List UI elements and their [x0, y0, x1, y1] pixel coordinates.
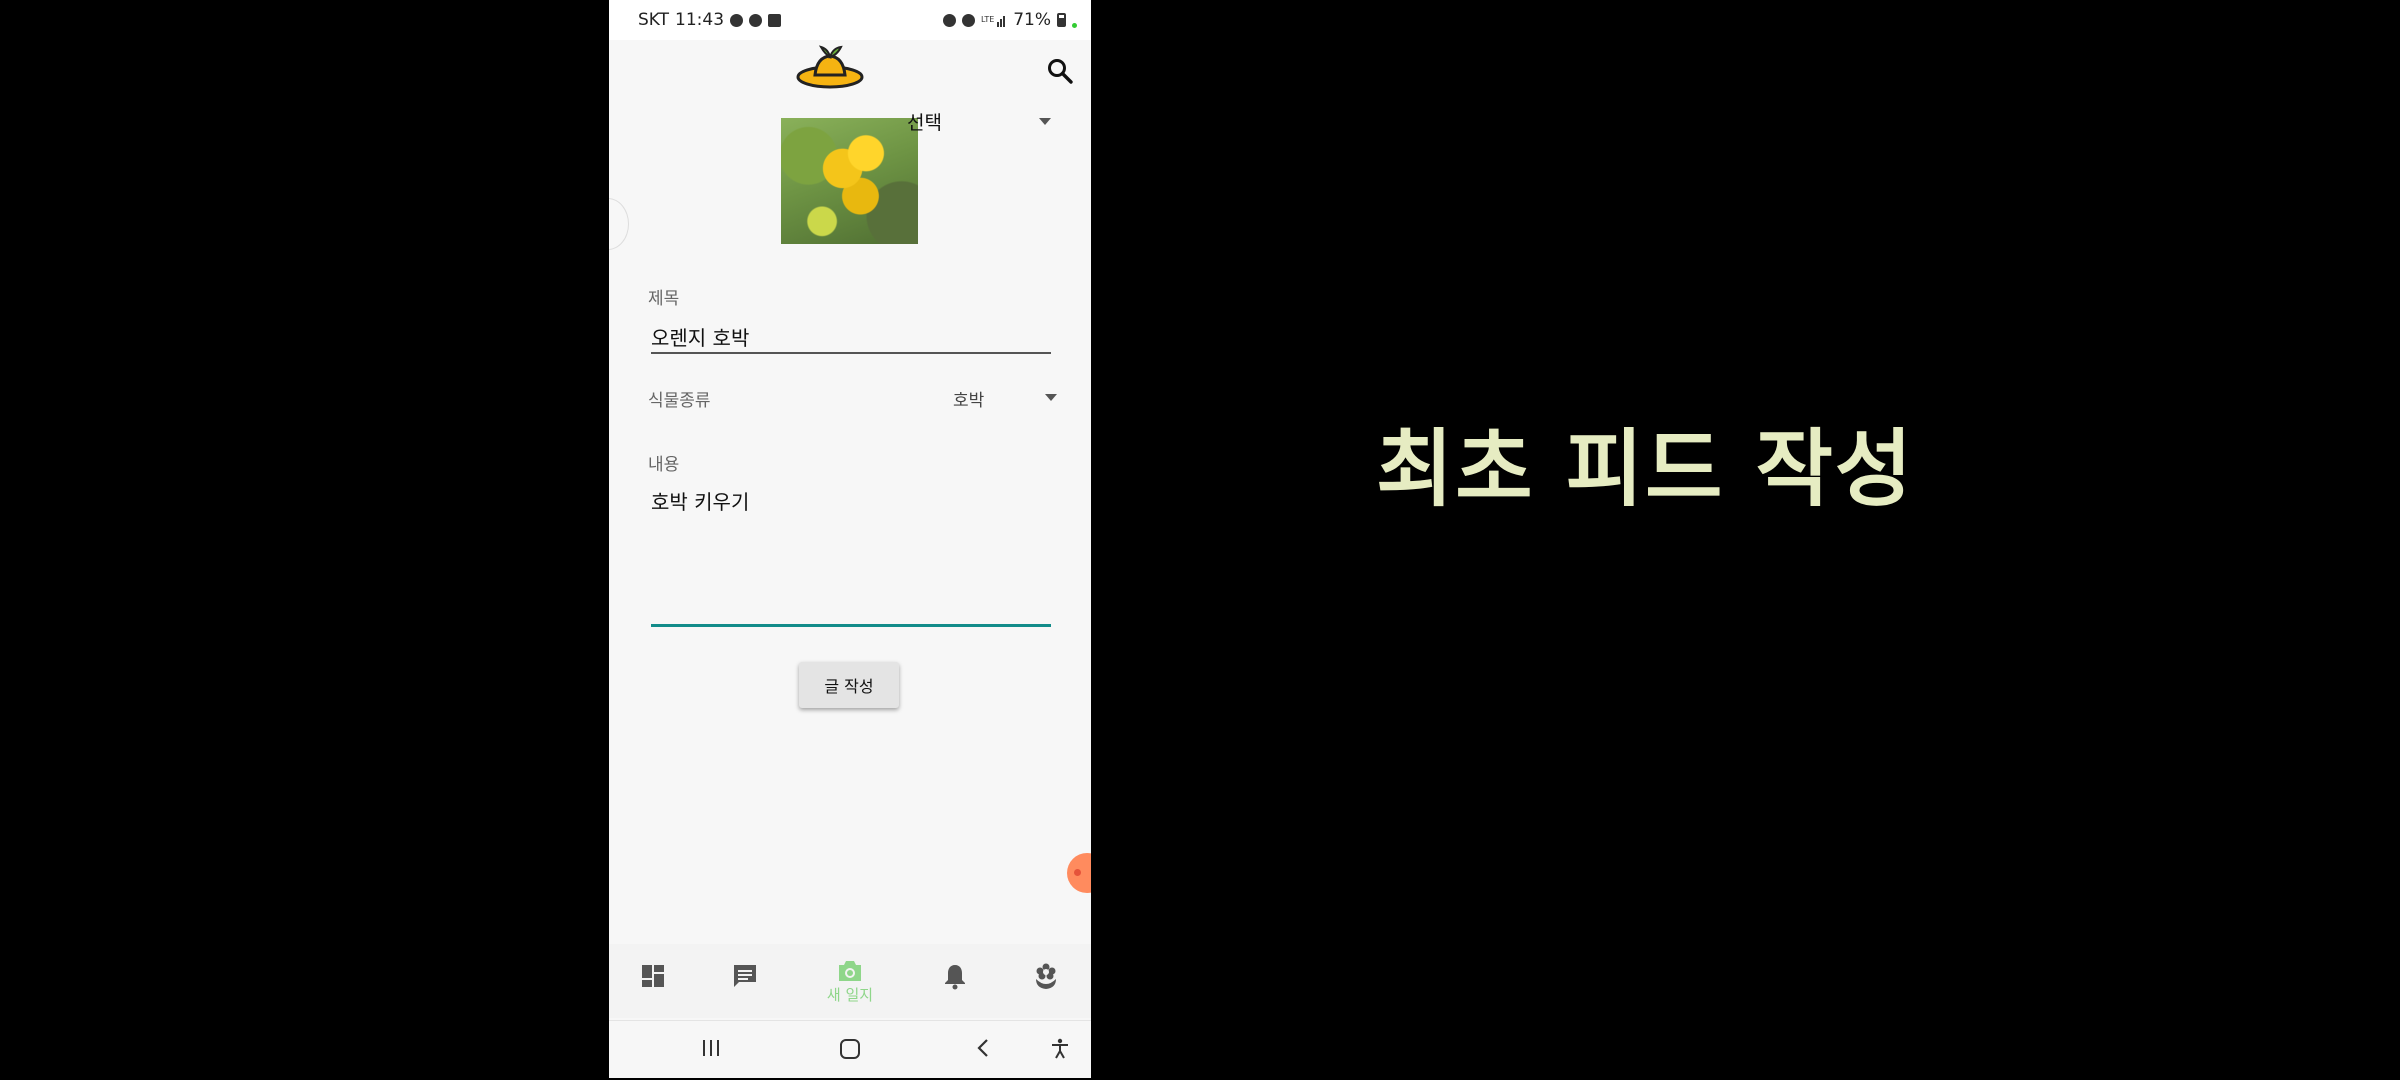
- photo-select-dropdown[interactable]: 선택: [907, 106, 1077, 136]
- content-input-value: 호박 키우기: [651, 490, 750, 514]
- title-field[interactable]: 오렌지 호박: [651, 318, 1051, 356]
- signal-icon: LTE: [981, 15, 1006, 27]
- content-underline: [651, 624, 1051, 627]
- camera-icon: [839, 961, 861, 981]
- status-bar: SKT 11:43 LTE 71%: [609, 0, 1091, 40]
- video-caption: 최초 피드 작성: [1376, 420, 1915, 518]
- title-input-value: 오렌지 호박: [651, 326, 750, 350]
- status-right: LTE 71%: [943, 10, 1077, 30]
- nav-dashboard[interactable]: [633, 962, 673, 994]
- battery-icon: [1057, 13, 1066, 27]
- status-left: SKT 11:43: [638, 10, 782, 30]
- floating-action-button[interactable]: [1067, 853, 1091, 893]
- alarm-icon: [943, 13, 957, 27]
- plant-type-dropdown[interactable]: 호박: [949, 382, 1059, 412]
- photo-select-value: 선택: [907, 112, 942, 134]
- search-icon[interactable]: [1045, 56, 1075, 86]
- nav-new-log-label: 새 일지: [826, 986, 874, 1004]
- plant-type-label: 식물종류: [648, 391, 711, 411]
- notification-a-icon: [730, 13, 744, 27]
- chevron-down-icon: [1045, 394, 1057, 401]
- plant-icon: [1036, 963, 1056, 989]
- recent-apps-icon[interactable]: [700, 1037, 722, 1059]
- orange-logo-icon: [796, 45, 864, 89]
- chevron-down-icon: [1039, 118, 1051, 125]
- phone-screen: SKT 11:43 LTE 71% 선택 제목 오렌지 호박 식물종류 호박 내…: [609, 0, 1091, 1078]
- notification-a-icon: [749, 13, 763, 27]
- side-handle[interactable]: [609, 198, 629, 250]
- content-textarea[interactable]: 호박 키우기: [651, 484, 1051, 630]
- title-underline: [651, 352, 1051, 354]
- battery-percent: 71%: [1013, 10, 1051, 30]
- chat-icon: [734, 965, 756, 987]
- accessibility-icon[interactable]: [1048, 1037, 1072, 1061]
- nav-plants[interactable]: [1026, 962, 1066, 994]
- plant-photo[interactable]: [781, 118, 918, 244]
- dashboard-icon: [642, 965, 664, 987]
- privacy-dot-icon: [1072, 22, 1077, 28]
- back-icon[interactable]: [973, 1037, 995, 1059]
- clock-text: 11:43: [675, 10, 725, 30]
- app-bar: [609, 40, 1091, 102]
- bottom-navigation: 새 일지: [609, 944, 1091, 1018]
- home-icon[interactable]: [838, 1037, 862, 1061]
- video-icon: [768, 13, 782, 27]
- svg-text:LTE: LTE: [981, 15, 994, 24]
- title-label: 제목: [648, 289, 680, 309]
- nav-notifications[interactable]: [935, 962, 975, 994]
- plant-type-value: 호박: [953, 391, 985, 411]
- nav-new-log[interactable]: 새 일지: [827, 958, 873, 1004]
- submit-post-button[interactable]: 글 작성: [799, 662, 899, 708]
- system-navigation-bar: [609, 1020, 1091, 1078]
- carrier-text: SKT: [638, 10, 670, 30]
- mute-icon: [962, 13, 976, 27]
- bell-icon: [945, 965, 965, 990]
- nav-chat[interactable]: [725, 962, 765, 994]
- content-label: 내용: [648, 455, 680, 475]
